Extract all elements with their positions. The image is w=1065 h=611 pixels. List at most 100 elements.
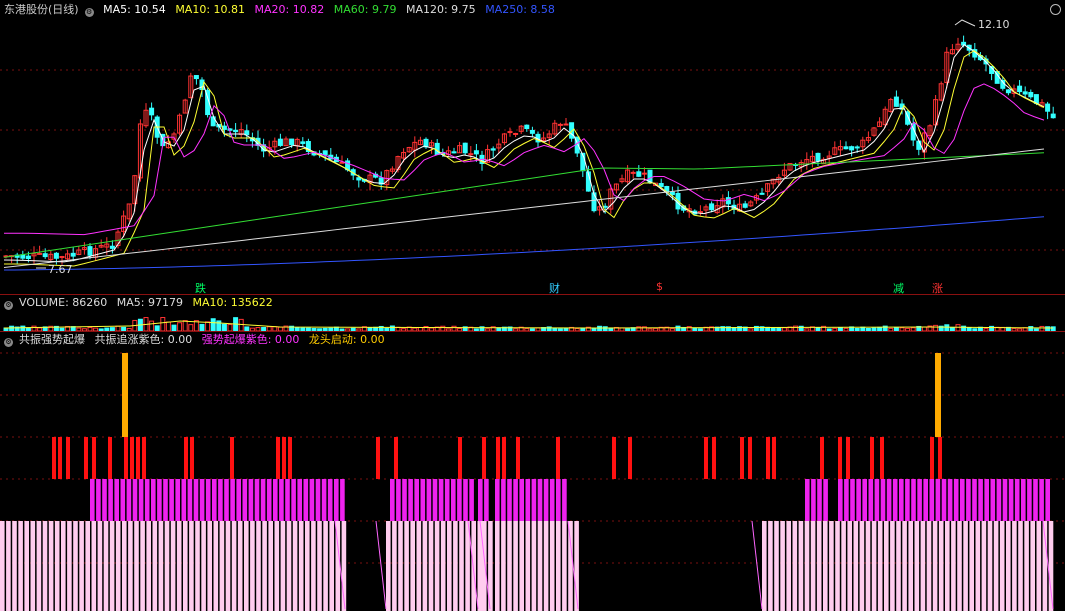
magenta-bar [1027,479,1032,521]
pink-bar [97,521,103,611]
candle-body [59,256,65,259]
ma5-label: MA5: 10.54 [103,3,166,16]
candle-body [468,153,474,156]
magenta-bar [850,479,855,521]
magenta-bar [562,479,567,521]
red-signal-bar [846,437,850,479]
magenta-bar [531,479,537,521]
magenta-bar [273,479,278,521]
pink-bar [507,521,512,611]
magenta-bar [432,479,438,521]
candle-body [725,197,731,205]
magenta-bar [199,479,205,521]
magenta-bar [990,479,996,521]
candle-body [524,124,530,130]
candle-body [289,138,295,146]
pink-bar [256,521,261,611]
candle-body [1050,113,1056,119]
magenta-bar [817,479,822,521]
volume-bar [210,318,216,331]
pink-bar [416,521,422,611]
pink-bar [1012,521,1017,611]
pink-bar [780,521,785,611]
pink-bar [562,521,567,611]
pink-bar [146,521,151,611]
pink-bar [152,521,158,611]
magenta-bar [334,479,339,521]
stock-title: 东港股份(日线) [4,3,79,16]
candle-body [70,252,76,257]
settings-icon[interactable]: ⚙ [4,301,13,310]
magenta-bar [917,479,922,521]
candle-body [25,255,31,260]
magenta-bar [297,479,302,521]
red-signal-bar [66,437,70,479]
magenta-bar [212,479,217,521]
candle-body [916,140,922,150]
volume-bar [199,323,205,331]
candle-body [490,148,496,151]
volume-pane[interactable]: ⚙ VOLUME: 86260 MA5: 97179 MA10: 135622 [0,294,1065,331]
magenta-bar [224,479,229,521]
candle-body [244,130,250,136]
magenta-bar [911,479,916,521]
pink-bar [1036,521,1042,611]
settings-icon[interactable]: ⚙ [84,8,94,17]
ma250-line [3,216,1045,271]
magenta-bar [426,479,432,521]
pink-bar [890,521,895,611]
settings-icon[interactable]: ⚙ [4,338,13,347]
pink-bar [298,521,304,611]
pink-bar [398,521,403,611]
pink-bar [268,521,273,611]
magenta-bar [862,479,867,521]
pink-bar [810,521,816,611]
pink-bar [853,521,859,611]
candle-body [669,191,675,196]
pink-bar [36,521,42,611]
pink-bar [859,521,865,611]
indicator-pane[interactable]: ⚙ 共振强势起爆 共振追涨紫色: 0.00 强势起爆紫色: 0.00 龙头启动: … [0,331,1065,611]
indicator-value-1: 共振追涨紫色: 0.00 [94,333,193,346]
pink-bar [404,521,409,611]
magenta-bar [495,479,500,521]
red-signal-bar [628,437,632,479]
magenta-bar [519,479,524,521]
pink-bar [305,521,310,611]
candle-body [513,132,519,135]
pink-bar [792,521,798,611]
pink-bar [195,521,200,611]
pink-bar [501,521,506,611]
magenta-bar [501,479,506,521]
pink-bar [386,521,391,611]
pink-bar [323,521,328,611]
pink-bar [945,521,950,611]
magenta-bar [120,479,126,521]
magenta-bar [451,479,456,521]
red-signal-bar [458,437,462,479]
red-signal-bar [84,437,88,479]
event-badge-3[interactable]: $ [656,280,663,293]
pink-bar [896,521,901,611]
pink-bar [237,521,243,611]
candle-body [636,171,642,177]
indicator-value-2: 强势起爆紫色: 0.00 [201,333,300,346]
pink-bar [926,521,932,611]
pink-bar [525,521,531,611]
pink-bar [18,521,23,611]
pink-bar [847,521,852,611]
magenta-bar [1002,479,1008,521]
pink-bar [938,521,944,611]
red-signal-bar [930,437,934,479]
magenta-bar [175,479,180,521]
pink-bar [957,521,962,611]
main-chart-pane[interactable]: 东港股份(日线) ⚙ MA5: 10.54 MA10: 10.81 MA20: 1… [0,0,1065,295]
indicator-value-3: 龙头启动: 0.00 [308,333,385,346]
magenta-bar [874,479,880,521]
magenta-bar [513,479,518,521]
pink-bar [1018,521,1023,611]
candle-body [854,146,860,149]
pink-bar [969,521,974,611]
magenta-bar [525,479,531,521]
magenta-bar [984,479,989,521]
